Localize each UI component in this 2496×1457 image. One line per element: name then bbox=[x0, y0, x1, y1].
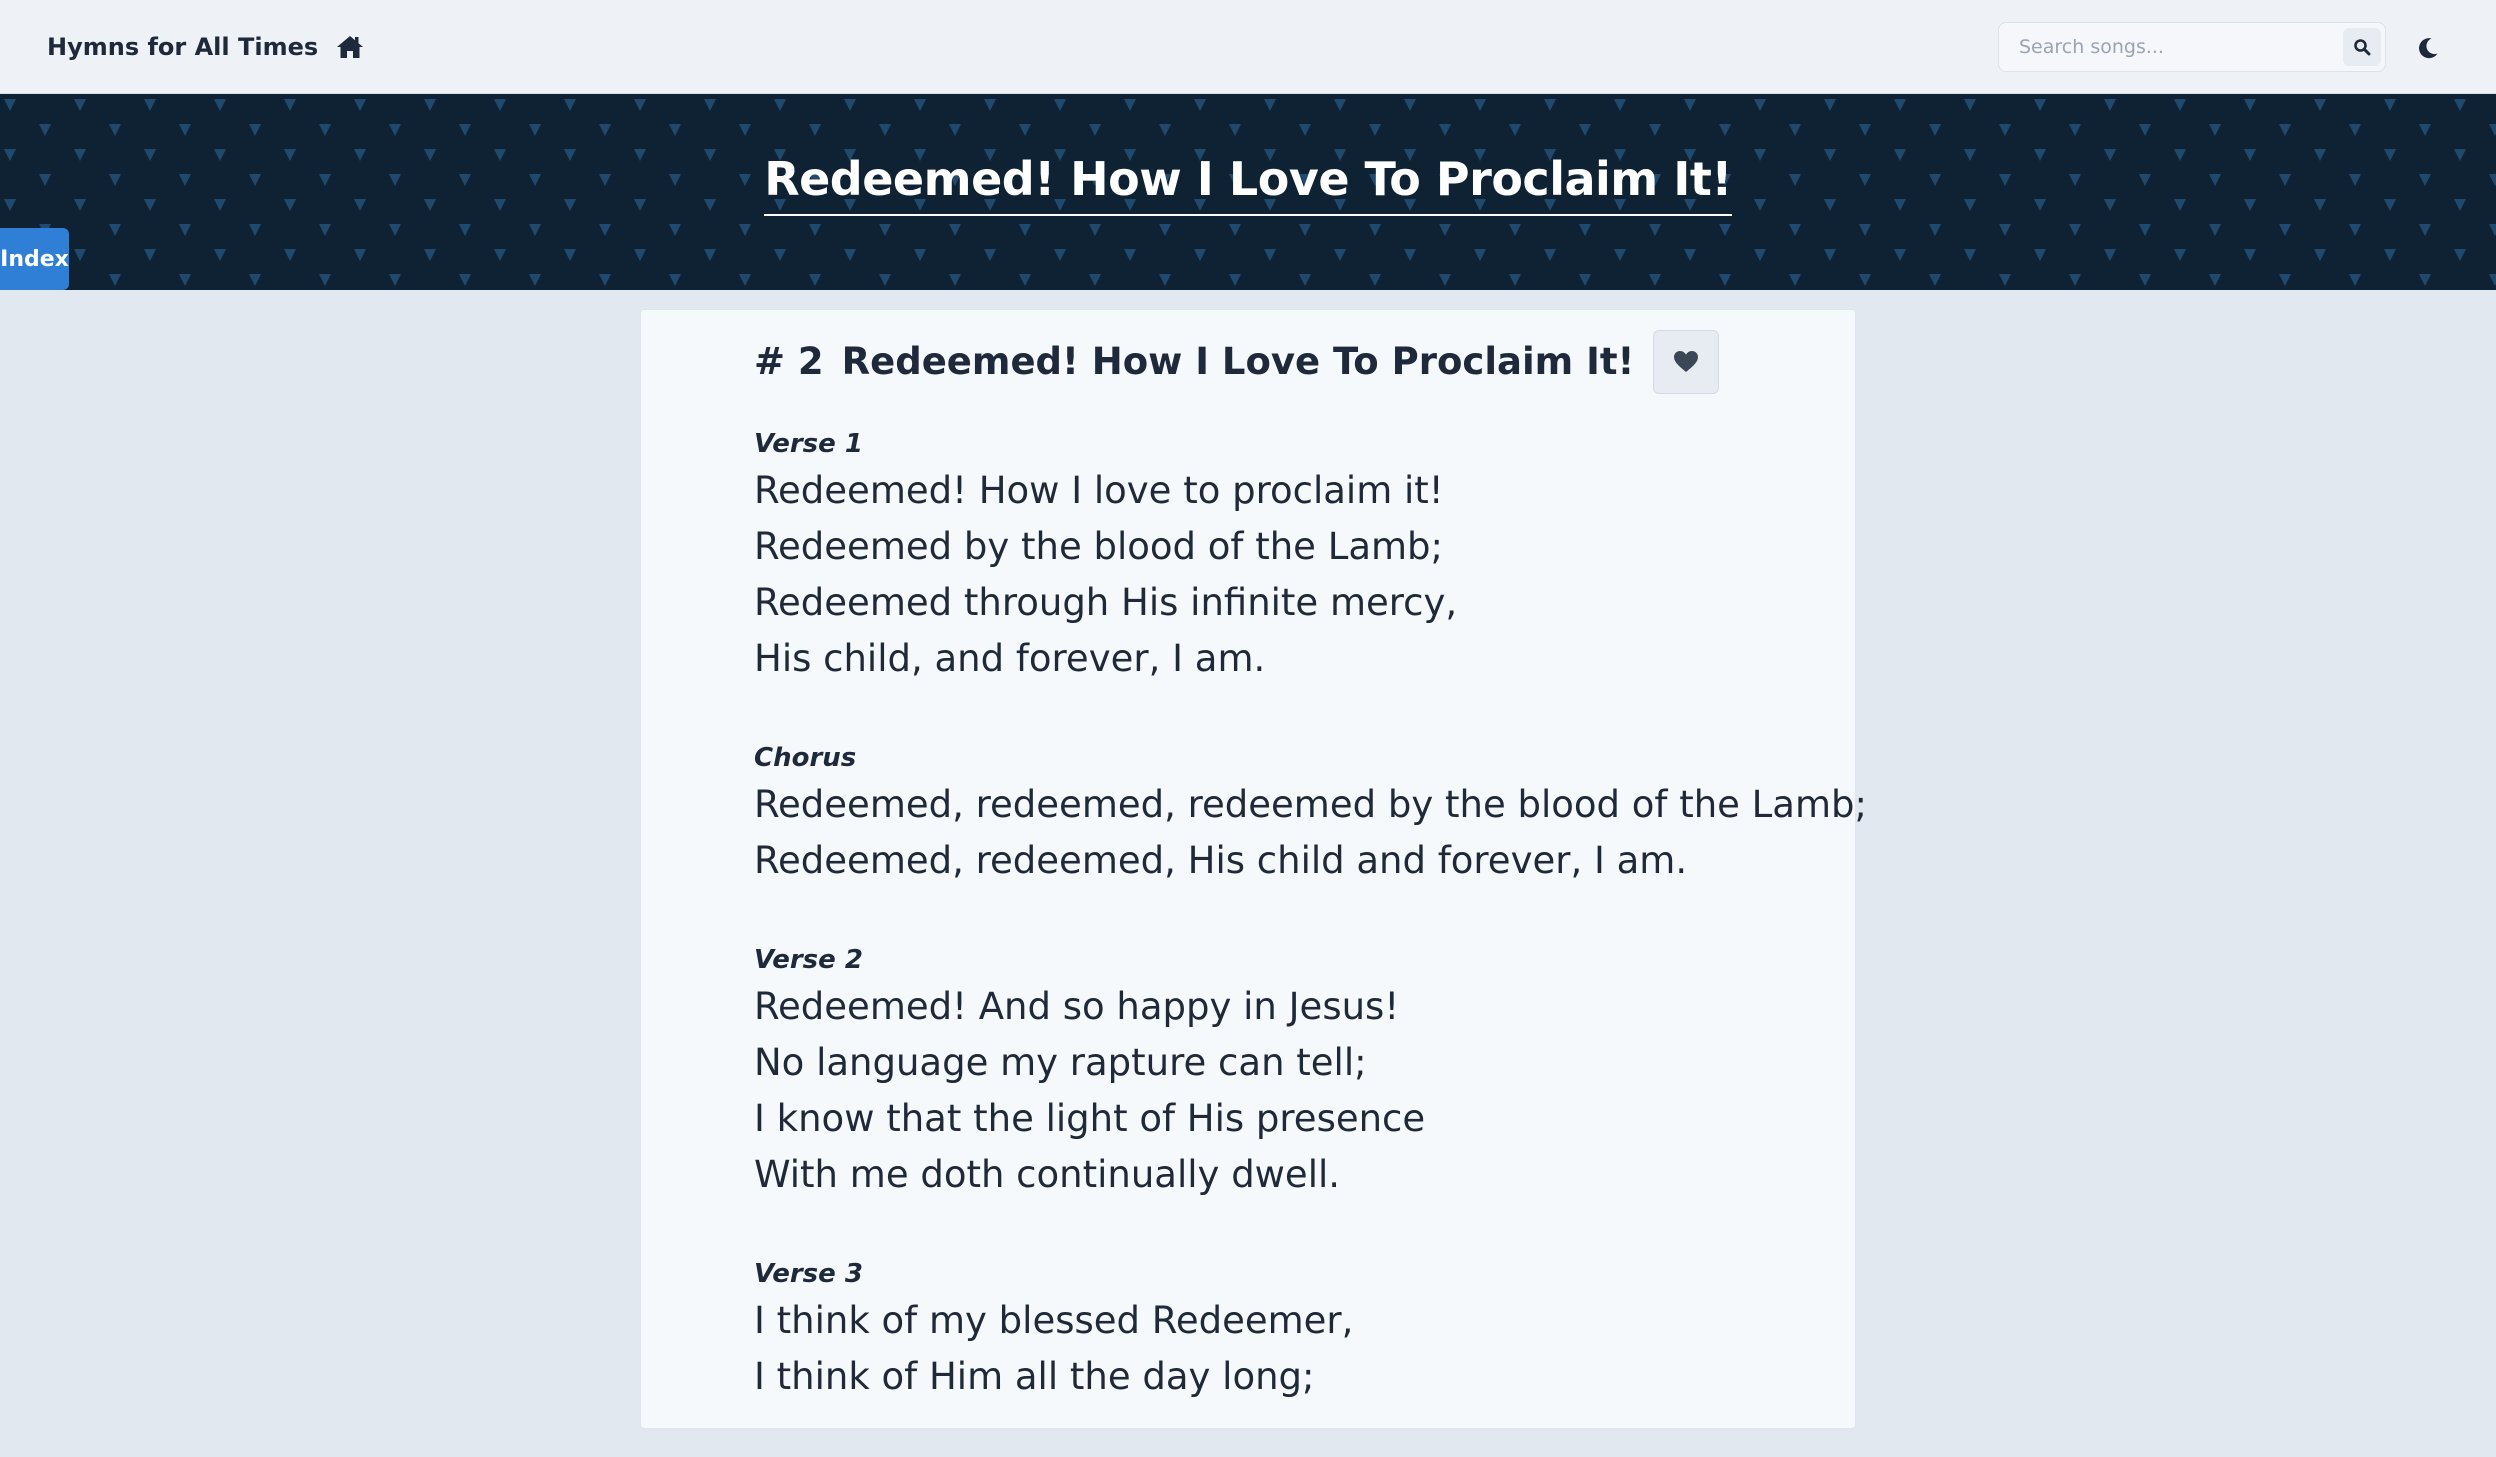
brand-title: Hymns for All Times bbox=[47, 33, 319, 61]
lyric-line: I think of my blessed Redeemer, bbox=[754, 1299, 1354, 1342]
section-label: Verse 3 bbox=[754, 1259, 863, 1289]
section-label: Verse 1 bbox=[754, 429, 863, 459]
lyric-line: Redeemed through His infinite mercy, bbox=[754, 581, 1458, 624]
song-heading: # 2 Redeemed! How I Love To Proclaim It! bbox=[754, 340, 1634, 383]
theme-toggle-button[interactable] bbox=[2408, 28, 2448, 68]
lyric-line: Redeemed! How I love to proclaim it! bbox=[754, 469, 1444, 512]
lyric-line: Redeemed by the blood of the Lamb; bbox=[754, 525, 1443, 568]
lyric-line: His child, and forever, I am. bbox=[754, 637, 1266, 680]
moon-icon bbox=[2419, 38, 2438, 59]
lyric-line: Redeemed, redeemed, redeemed by the bloo… bbox=[754, 783, 1867, 826]
search-button[interactable] bbox=[2343, 28, 2381, 66]
song-card: # 2 Redeemed! How I Love To Proclaim It! … bbox=[640, 309, 1867, 1429]
lyric-line: I think of Him all the day long; bbox=[754, 1355, 1315, 1398]
verse-2: Verse 2 Redeemed! And so happy in Jesus!… bbox=[754, 941, 1834, 1203]
favorite-button[interactable] bbox=[1653, 330, 1719, 394]
section-label: Verse 2 bbox=[754, 945, 863, 975]
lyric-line: Redeemed, redeemed, His child and foreve… bbox=[754, 839, 1688, 882]
lyric-line: With me doth continually dwell. bbox=[754, 1153, 1341, 1196]
heart-icon bbox=[1674, 351, 1698, 372]
section-label: Chorus bbox=[754, 743, 857, 773]
song-number: # 2 bbox=[754, 340, 824, 383]
chorus: Chorus Redeemed, redeemed, redeemed by t… bbox=[754, 739, 1867, 889]
top-navbar: Hymns for All Times bbox=[0, 0, 2496, 94]
verse-1: Verse 1 Redeemed! How I love to proclaim… bbox=[754, 425, 1834, 687]
search-form bbox=[1998, 22, 2386, 72]
lyrics: Verse 1 Redeemed! How I love to proclaim… bbox=[754, 425, 1867, 1457]
index-tab-button[interactable]: Index bbox=[0, 228, 69, 290]
lyric-line: Redeemed! And so happy in Jesus! bbox=[754, 985, 1400, 1028]
hero-title: Redeemed! How I Love To Proclaim It! bbox=[764, 152, 1732, 216]
brand-link[interactable]: Hymns for All Times bbox=[47, 0, 364, 94]
hero-banner: Redeemed! How I Love To Proclaim It! bbox=[0, 94, 2496, 290]
search-icon bbox=[2354, 39, 2371, 56]
search-input[interactable] bbox=[1999, 23, 2339, 71]
verse-3: Verse 3 I think of my blessed Redeemer, … bbox=[754, 1255, 1834, 1405]
lyric-line: No language my rapture can tell; bbox=[754, 1041, 1367, 1084]
song-title: Redeemed! How I Love To Proclaim It! bbox=[841, 340, 1635, 383]
home-icon bbox=[337, 36, 364, 58]
lyric-line: I know that the light of His presence bbox=[754, 1097, 1426, 1140]
hero-title-wrap: Redeemed! How I Love To Proclaim It! bbox=[0, 152, 2496, 216]
